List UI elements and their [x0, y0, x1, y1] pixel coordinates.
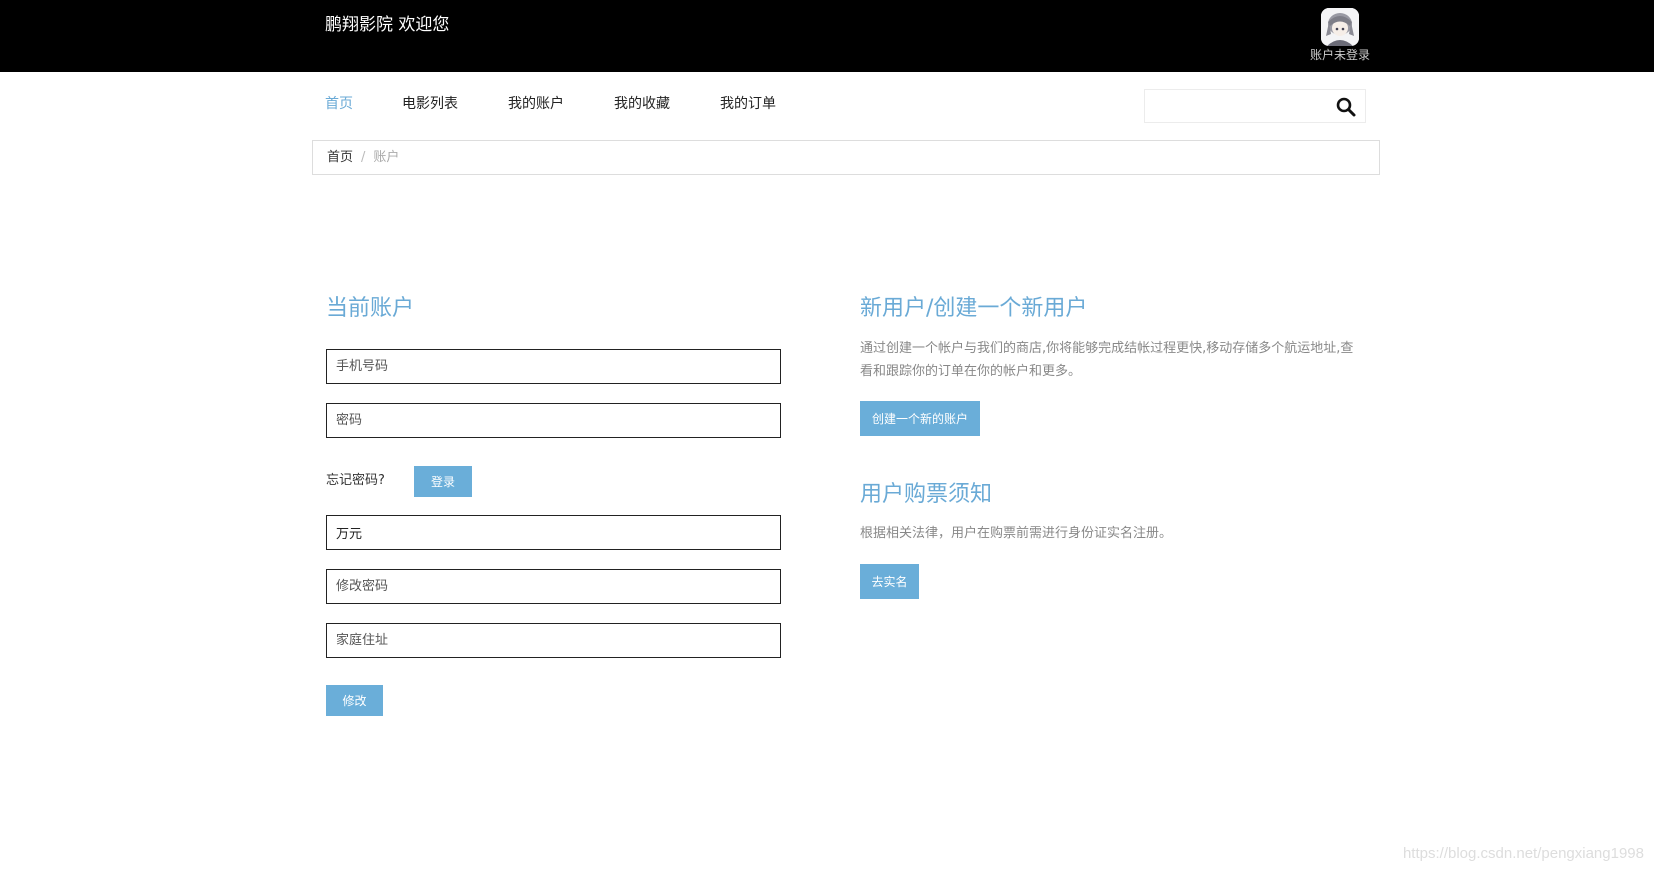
- nav-item-my-account[interactable]: 我的账户: [508, 94, 614, 118]
- nav-item-home[interactable]: 首页: [325, 94, 402, 118]
- ticket-notice-description: 根据相关法律，用户在购票前需进行身份证实名注册。: [860, 526, 1173, 541]
- breadcrumb-home[interactable]: 首页: [327, 150, 353, 165]
- phone-input[interactable]: [326, 349, 781, 384]
- password-input[interactable]: [326, 403, 781, 438]
- current-account-title: 当前账户: [326, 296, 415, 321]
- search-icon[interactable]: [1335, 96, 1357, 118]
- verify-identity-button[interactable]: 去实名: [860, 564, 919, 599]
- search-input[interactable]: [1145, 90, 1325, 122]
- forgot-password-link[interactable]: 忘记密码?: [326, 472, 385, 490]
- new-user-title: 新用户/创建一个新用户: [860, 296, 1088, 321]
- address-input[interactable]: [326, 623, 781, 658]
- nav-item-my-favorites[interactable]: 我的收藏: [614, 94, 720, 118]
- ticket-notice-title: 用户购票须知: [860, 482, 993, 507]
- account-box[interactable]: 账户未登录: [1300, 8, 1380, 62]
- account-status[interactable]: 账户未登录: [1300, 48, 1380, 62]
- username-field[interactable]: [326, 515, 781, 550]
- new-user-description: 通过创建一个帐户与我们的商店,你将能够完成结帐过程更快,移动存储多个航运地址,查…: [860, 341, 1354, 379]
- watermark: https://blog.csdn.net/pengxiang1998: [1402, 845, 1644, 862]
- modify-button[interactable]: 修改: [326, 685, 383, 716]
- new-password-input[interactable]: [326, 569, 781, 604]
- anime-avatar-icon[interactable]: [1321, 8, 1359, 46]
- nav-item-movie-list[interactable]: 电影列表: [402, 94, 508, 118]
- main-nav: 首页 电影列表 我的账户 我的收藏 我的订单: [325, 94, 800, 118]
- breadcrumb: 首页 / 账户: [312, 140, 1380, 175]
- breadcrumb-current: 账户: [373, 150, 400, 165]
- create-account-button[interactable]: 创建一个新的账户: [860, 401, 980, 436]
- site-title: 鹏翔影院 欢迎您: [325, 15, 450, 35]
- top-header: 鹏翔影院 欢迎您 账户未登录: [0, 0, 1654, 72]
- nav-item-my-orders[interactable]: 我的订单: [720, 94, 800, 118]
- breadcrumb-separator: /: [361, 150, 366, 165]
- login-button[interactable]: 登录: [414, 466, 472, 497]
- search-box: [1144, 89, 1366, 123]
